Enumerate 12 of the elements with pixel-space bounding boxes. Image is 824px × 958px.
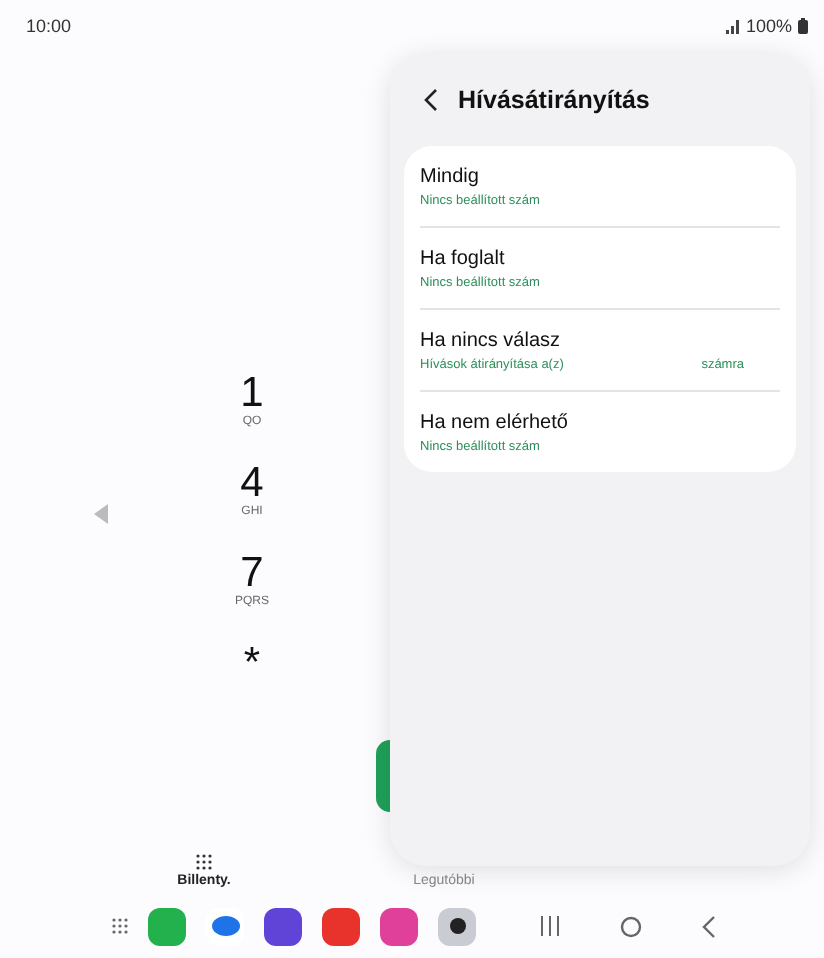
clock: 10:00 xyxy=(26,16,72,36)
battery-icon xyxy=(798,18,808,34)
battery-level: 100% xyxy=(745,16,792,36)
keypad-icon xyxy=(196,854,212,874)
dial-key[interactable]: * xyxy=(243,642,261,716)
panel-title: Hívásátirányítás xyxy=(458,86,650,114)
home-icon[interactable] xyxy=(620,915,642,937)
camera-app-icon[interactable] xyxy=(438,907,476,945)
signal-icon xyxy=(725,19,740,33)
recents-icon[interactable] xyxy=(540,916,560,936)
call-button[interactable] xyxy=(376,740,390,812)
back-icon[interactable] xyxy=(424,88,438,112)
